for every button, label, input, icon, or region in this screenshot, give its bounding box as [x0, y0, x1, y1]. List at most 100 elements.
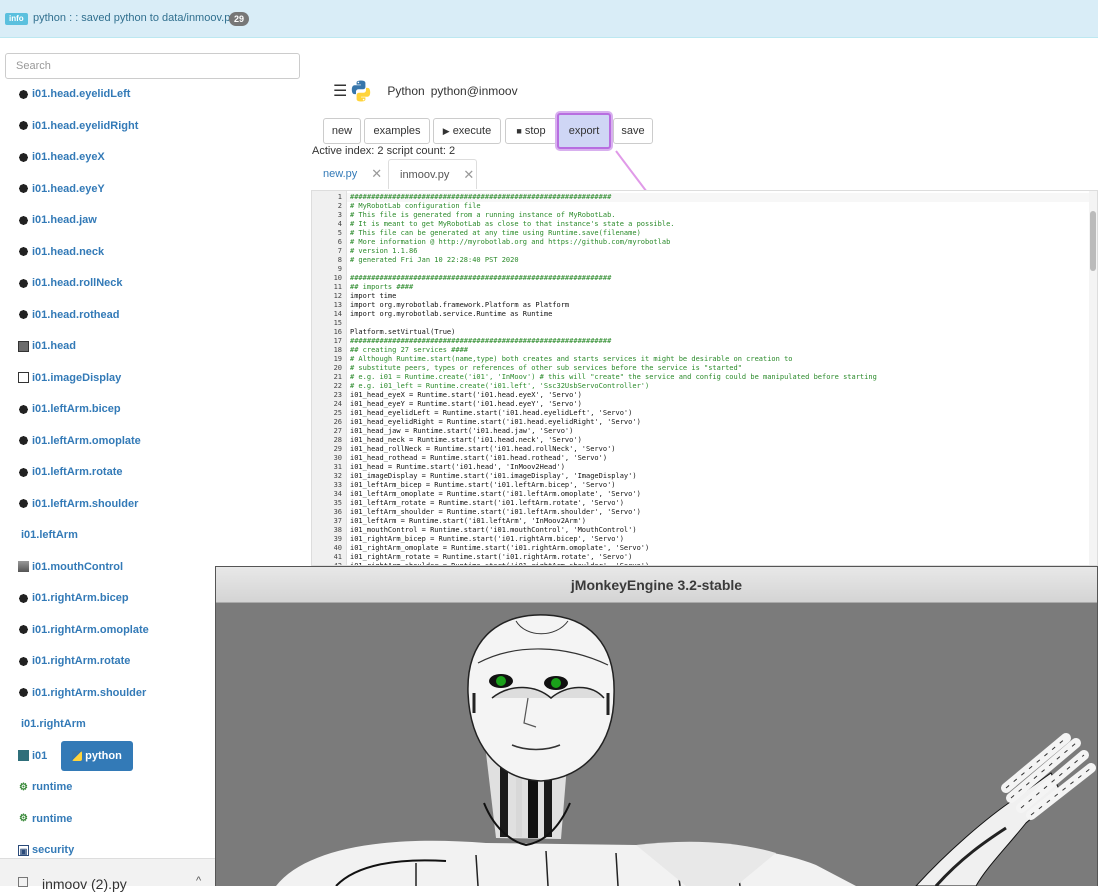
code-line[interactable]: # More information @ http://myrobotlab.o… — [350, 238, 670, 247]
code-line[interactable]: ########################################… — [350, 337, 611, 346]
tab-new-py[interactable]: new.py ✕ — [312, 159, 388, 189]
code-line[interactable]: # This file can be generated at any time… — [350, 229, 641, 238]
code-line[interactable]: # It is meant to get MyRobotLab as close… — [350, 220, 675, 229]
sidebar-item[interactable]: i01.head.rollNeck — [18, 275, 123, 291]
line-number: 40 — [333, 544, 342, 552]
sidebar-item[interactable]: i01.head.eyelidLeft — [18, 86, 130, 102]
code-line[interactable]: import org.myrobotlab.service.Runtime as… — [350, 310, 552, 319]
code-line[interactable]: i01_leftArm_bicep = Runtime.start('i01.l… — [350, 481, 616, 490]
code-line[interactable]: import org.myrobotlab.framework.Platform… — [350, 301, 569, 310]
sidebar-item[interactable]: i01.imageDisplay — [18, 370, 121, 386]
save-button[interactable]: save — [613, 118, 653, 144]
sidebar-item[interactable]: i01 — [18, 748, 47, 764]
code-line[interactable]: # generated Fri Jan 10 22:28:40 PST 2020 — [350, 256, 519, 265]
jmonkeyengine-window[interactable]: jMonkeyEngine 3.2-stable — [215, 566, 1098, 886]
code-line[interactable]: # This file is generated from a running … — [350, 211, 616, 220]
code-line[interactable]: i01_imageDisplay = Runtime.start('i01.im… — [350, 472, 637, 481]
sidebar-item[interactable]: i01.rightArm.bicep — [18, 590, 129, 606]
code-line[interactable]: # Although Runtime.start(name,type) both… — [350, 355, 793, 364]
sidebar-item[interactable]: ▣ security — [18, 842, 74, 858]
code-line[interactable]: i01_head_rollNeck = Runtime.start('i01.h… — [350, 445, 616, 454]
editor-scrollbar[interactable] — [1089, 191, 1097, 565]
code-line[interactable]: i01_mouthControl = Runtime.start('i01.mo… — [350, 526, 637, 535]
sidebar-item[interactable]: i01.rightArm.shoulder — [18, 685, 146, 701]
code-line[interactable]: i01_rightArm_bicep = Runtime.start('i01.… — [350, 535, 624, 544]
code-line[interactable]: # e.g. i01_left = Runtime.create('i01.le… — [350, 382, 649, 391]
close-icon[interactable]: ✕ — [463, 167, 474, 183]
tab-inmoov-py[interactable]: inmoov.py ✕ — [388, 159, 477, 189]
code-line[interactable]: i01_rightArm_rotate = Runtime.start('i01… — [350, 553, 632, 562]
servo-icon — [18, 624, 29, 635]
servo-icon — [18, 687, 29, 698]
code-line[interactable]: i01_head_eyelidLeft = Runtime.start('i01… — [350, 409, 632, 418]
message-count-badge[interactable]: 29 — [229, 12, 250, 26]
code-line[interactable]: i01_head_jaw = Runtime.start('i01.head.j… — [350, 427, 573, 436]
sidebar-item[interactable]: i01.rightArm.rotate — [18, 653, 130, 669]
code-line[interactable]: # version 1.1.86 — [350, 247, 417, 256]
sidebar-item[interactable]: i01.head.eyeY — [18, 181, 105, 197]
sidebar-item[interactable]: i01.mouthControl — [18, 559, 123, 575]
download-filename[interactable]: inmoov (2).py — [42, 876, 127, 892]
code-line[interactable]: i01_head_eyeY = Runtime.start('i01.head.… — [350, 400, 582, 409]
examples-button[interactable]: examples — [364, 118, 430, 144]
code-editor[interactable]: 1 2 3 4 5 6 7 8 9 10 11 12 13 14 15 16 17 18 19 20 21 22 23 24 2… — [311, 190, 1098, 566]
sidebar-item-label: security — [32, 844, 75, 856]
inmoov-robot-render[interactable] — [216, 603, 1097, 886]
sidebar-item[interactable]: i01.rightArm.omoplate — [18, 622, 149, 638]
sidebar-item[interactable]: i01.head.neck — [18, 244, 104, 260]
code-line[interactable]: # MyRobotLab configuration file — [350, 202, 481, 211]
sidebar-item[interactable]: ⚙ runtime — [18, 779, 72, 795]
sidebar-item[interactable]: ⚙ runtime — [18, 811, 72, 827]
stop-button[interactable]: ■ stop — [505, 118, 557, 144]
code-line[interactable]: i01_head_rothead = Runtime.start('i01.he… — [350, 454, 607, 463]
sidebar-item-label: i01.head.eyeY — [32, 182, 105, 195]
sidebar-item[interactable]: i01.rightArm — [21, 716, 86, 732]
sidebar-item-python-selected[interactable]: python — [61, 741, 133, 771]
code-line[interactable]: i01_head_eyelidRight = Runtime.start('i0… — [350, 418, 641, 427]
code-line[interactable]: ## creating 27 services #### — [350, 346, 468, 355]
notification-banner: info python : : saved python to data/inm… — [0, 0, 1098, 38]
code-line[interactable]: i01_head = Runtime.start('i01.head', 'In… — [350, 463, 565, 472]
download-bar[interactable]: inmoov (2).py ^ — [0, 858, 215, 892]
sidebar-item[interactable]: i01.head — [18, 338, 76, 354]
code-line[interactable]: i01_head_neck = Runtime.start('i01.head.… — [350, 436, 582, 445]
servo-icon — [18, 403, 29, 415]
sidebar-item[interactable]: i01.leftArm.omoplate — [18, 433, 141, 449]
code-line[interactable]: import time — [350, 292, 396, 301]
sidebar-item[interactable]: i01.leftArm.rotate — [18, 464, 122, 480]
sidebar-item[interactable]: i01.leftArm — [21, 527, 78, 543]
close-icon[interactable]: ✕ — [371, 166, 382, 182]
scrollbar-thumb[interactable] — [1090, 211, 1096, 271]
new-button[interactable]: new — [323, 118, 361, 144]
sidebar-item[interactable]: i01.leftArm.shoulder — [18, 496, 138, 512]
execute-button[interactable]: ▶ execute — [433, 118, 501, 144]
line-number: 2 — [337, 202, 342, 210]
code-line[interactable]: ## imports #### — [350, 283, 413, 292]
window-titlebar[interactable]: jMonkeyEngine 3.2-stable — [216, 567, 1097, 603]
sidebar-item[interactable]: i01.leftArm.bicep — [18, 401, 121, 417]
code-line[interactable]: i01_leftArm_omoplate = Runtime.start('i0… — [350, 490, 641, 499]
code-line[interactable]: i01_rightArm_omoplate = Runtime.start('i… — [350, 544, 649, 553]
sidebar-item[interactable]: i01.head.rothead — [18, 307, 119, 323]
chevron-up-icon[interactable]: ^ — [196, 875, 201, 887]
code-line[interactable]: i01_head_eyeX = Runtime.start('i01.head.… — [350, 391, 582, 400]
code-line[interactable]: # e.g. i01 = Runtime.create('i01', 'InMo… — [350, 373, 877, 382]
code-line[interactable]: ########################################… — [350, 193, 611, 202]
sidebar-item-label: i01.leftArm — [21, 529, 78, 541]
code-line[interactable]: ########################################… — [350, 274, 611, 283]
line-number-gutter: 1 2 3 4 5 6 7 8 9 10 11 12 13 14 15 16 17 18 19 20 21 22 23 24 2… — [312, 191, 347, 565]
code-line[interactable]: Platform.setVirtual(True) — [350, 328, 455, 337]
sidebar-item[interactable]: i01.head.eyeX — [18, 149, 105, 165]
code-line[interactable]: i01_leftArm_rotate = Runtime.start('i01.… — [350, 499, 624, 508]
list-icon[interactable]: ☰ — [333, 81, 347, 101]
sidebar-item[interactable]: i01.head.eyelidRight — [18, 118, 138, 134]
line-number: 32 — [333, 472, 342, 480]
search-input[interactable] — [5, 53, 300, 79]
export-button[interactable]: export — [557, 113, 611, 149]
line-number: 26 — [333, 418, 342, 426]
code-line[interactable]: i01_leftArm = Runtime.start('i01.leftArm… — [350, 517, 586, 526]
sidebar-item-label: i01.head.rollNeck — [32, 277, 123, 289]
code-line[interactable]: # substitute peers, types or references … — [350, 364, 742, 373]
code-line[interactable]: i01_leftArm_shoulder = Runtime.start('i0… — [350, 508, 641, 517]
sidebar-item[interactable]: i01.head.jaw — [18, 212, 97, 228]
